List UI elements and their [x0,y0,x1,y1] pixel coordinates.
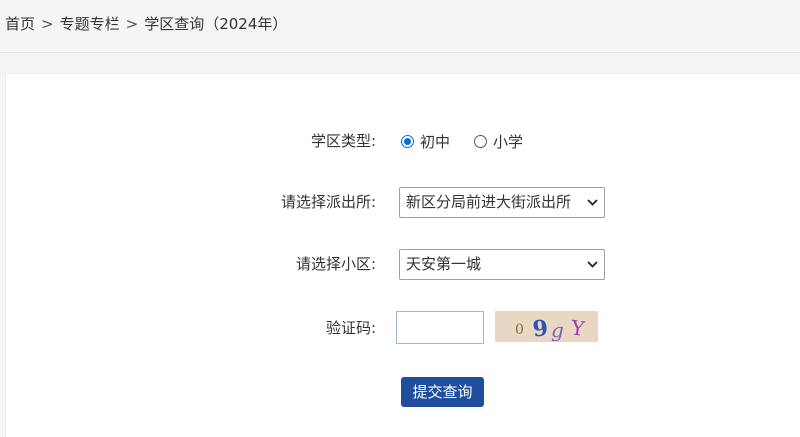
community-row: 请选择小区: 天安第一城 [6,249,800,280]
breadcrumb-separator: > [41,15,54,33]
radio-middle-school-label: 初中 [420,132,451,151]
submit-row: 提交查询 [6,377,800,407]
radio-unchecked-icon[interactable] [474,134,488,148]
district-type-row: 学区类型: 初中 小学 [6,126,800,156]
captcha-input[interactable] [396,311,484,344]
police-station-select[interactable]: 新区分局前进大街派出所 [399,187,605,218]
breadcrumb-topics-link[interactable]: 专题专栏 [60,15,120,33]
captcha-label: 验证码: [325,319,376,337]
breadcrumb: 首页 > 专题专栏 > 学区查询（2024年） [5,13,287,34]
district-type-radio-group: 初中 小学 [401,126,547,156]
breadcrumb-home-link[interactable]: 首页 [5,15,35,33]
chevron-down-icon [586,188,598,217]
police-station-selected-value: 新区分局前进大街派出所 [406,193,572,211]
header-divider [0,52,800,53]
breadcrumb-separator: > [125,15,139,33]
captcha-glyphs: 0 9 g Y [515,315,587,342]
chevron-down-icon [586,250,598,279]
captcha-image[interactable]: 0 9 g Y [495,311,598,342]
captcha-row: 验证码: 0 9 g Y [6,311,800,344]
police-station-row: 请选择派出所: 新区分局前进大街派出所 [6,187,800,218]
captcha-glyph-2: g [551,318,564,342]
radio-primary-school-label: 小学 [493,132,524,151]
community-label: 请选择小区: [295,255,376,273]
district-type-label: 学区类型: [310,132,376,150]
query-panel: 学区类型: 初中 小学 请选择派出所: 新区分局前进大街派出所 请选择小区: 天… [5,73,800,437]
radio-middle-school[interactable]: 初中 [401,131,450,152]
captcha-glyph-3: Y [569,315,587,341]
captcha-glyph-0: 0 [515,322,524,338]
captcha-glyph-1: 9 [531,315,549,342]
radio-checked-icon[interactable] [401,134,414,148]
submit-query-button[interactable]: 提交查询 [401,377,484,407]
community-selected-value: 天安第一城 [406,255,482,273]
police-station-label: 请选择派出所: [280,193,376,211]
breadcrumb-current: 学区查询（2024年） [144,15,288,33]
community-select[interactable]: 天安第一城 [399,249,605,280]
radio-primary-school[interactable]: 小学 [474,131,523,152]
